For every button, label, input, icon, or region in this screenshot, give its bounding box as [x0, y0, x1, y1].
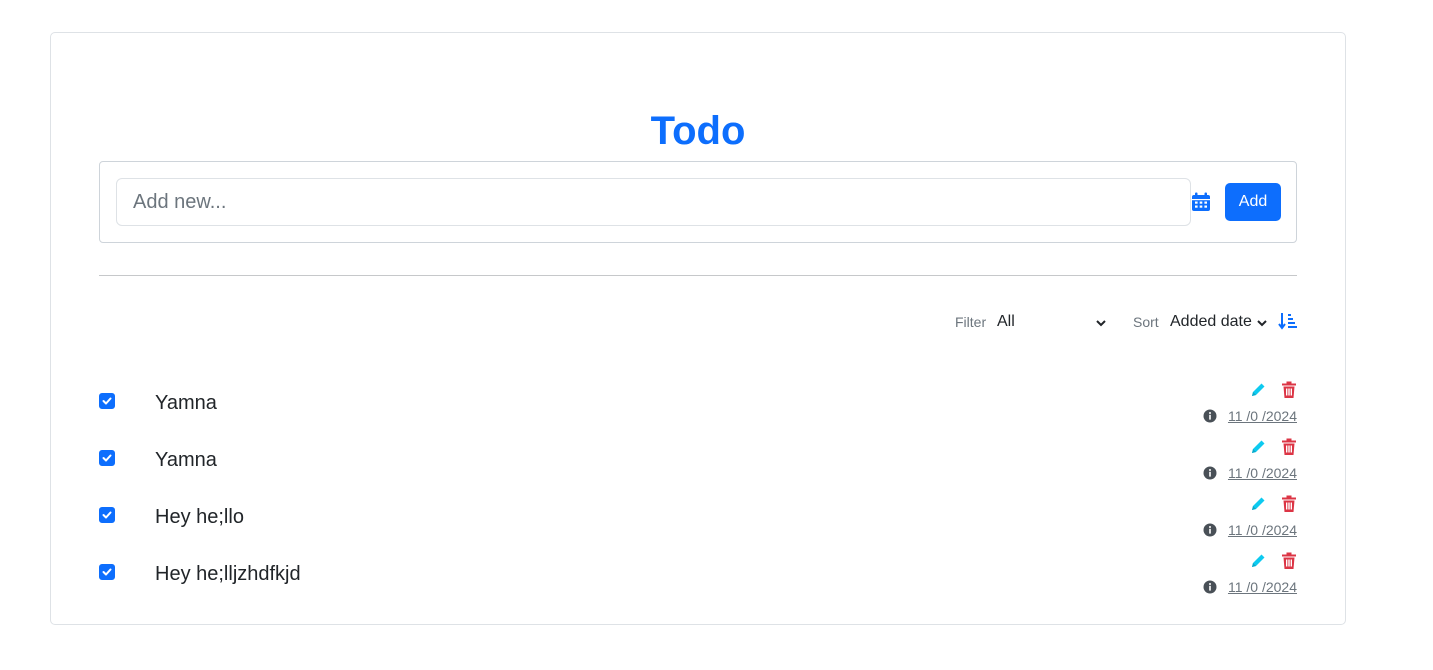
add-button[interactable]: Add	[1225, 183, 1281, 221]
todo-checkbox[interactable]	[99, 450, 115, 466]
sort-direction-icon[interactable]	[1278, 311, 1298, 331]
todo-date-link[interactable]: 11 /0 /2024	[1228, 578, 1297, 596]
todo-item: Hey he;lljzhdfkjd 11 /0 /2024	[99, 552, 1297, 621]
todo-text: Hey he;llo	[155, 506, 244, 528]
todo-checkbox[interactable]	[99, 393, 115, 409]
info-icon	[1203, 466, 1217, 480]
todo-text: Yamna	[155, 392, 217, 414]
sort-label: Sort	[1133, 314, 1159, 330]
pencil-icon[interactable]	[1249, 552, 1267, 570]
info-icon	[1203, 580, 1217, 594]
chevron-down-icon	[1095, 314, 1107, 328]
sort-select-value: Added date	[1170, 313, 1252, 330]
todo-text: Hey he;lljzhdfkjd	[155, 563, 301, 585]
trash-icon[interactable]	[1281, 552, 1297, 570]
todo-checkbox[interactable]	[99, 564, 115, 580]
pencil-icon[interactable]	[1249, 381, 1267, 399]
pencil-icon[interactable]	[1249, 438, 1267, 456]
trash-icon[interactable]	[1281, 438, 1297, 456]
trash-icon[interactable]	[1281, 381, 1297, 399]
todo-item: Yamna 11 /0 /2024	[99, 381, 1297, 450]
sort-select[interactable]: Added date	[1170, 310, 1268, 334]
page-title: Todo	[650, 109, 746, 153]
todo-item: Yamna 11 /0 /2024	[99, 438, 1297, 507]
add-todo-form: Add	[99, 161, 1297, 243]
todo-date-link[interactable]: 11 /0 /2024	[1228, 464, 1297, 482]
new-todo-input[interactable]	[116, 178, 1191, 226]
filter-label: Filter	[955, 314, 987, 330]
todo-date-link[interactable]: 11 /0 /2024	[1228, 521, 1297, 539]
chevron-down-icon	[1256, 314, 1268, 328]
todo-card: Todo Add Filter All Sort A	[50, 32, 1346, 625]
trash-icon[interactable]	[1281, 495, 1297, 513]
todo-date-link[interactable]: 11 /0 /2024	[1228, 407, 1297, 425]
filter-select-value: All	[997, 313, 1015, 330]
todo-checkbox[interactable]	[99, 507, 115, 523]
calendar-icon[interactable]	[1190, 191, 1212, 213]
pencil-icon[interactable]	[1249, 495, 1267, 513]
divider	[99, 275, 1297, 276]
filter-select[interactable]: All	[997, 310, 1107, 334]
todo-item: Hey he;llo 11 /0 /2024	[99, 495, 1297, 564]
todo-text: Yamna	[155, 449, 217, 471]
info-icon	[1203, 523, 1217, 537]
info-icon	[1203, 409, 1217, 423]
